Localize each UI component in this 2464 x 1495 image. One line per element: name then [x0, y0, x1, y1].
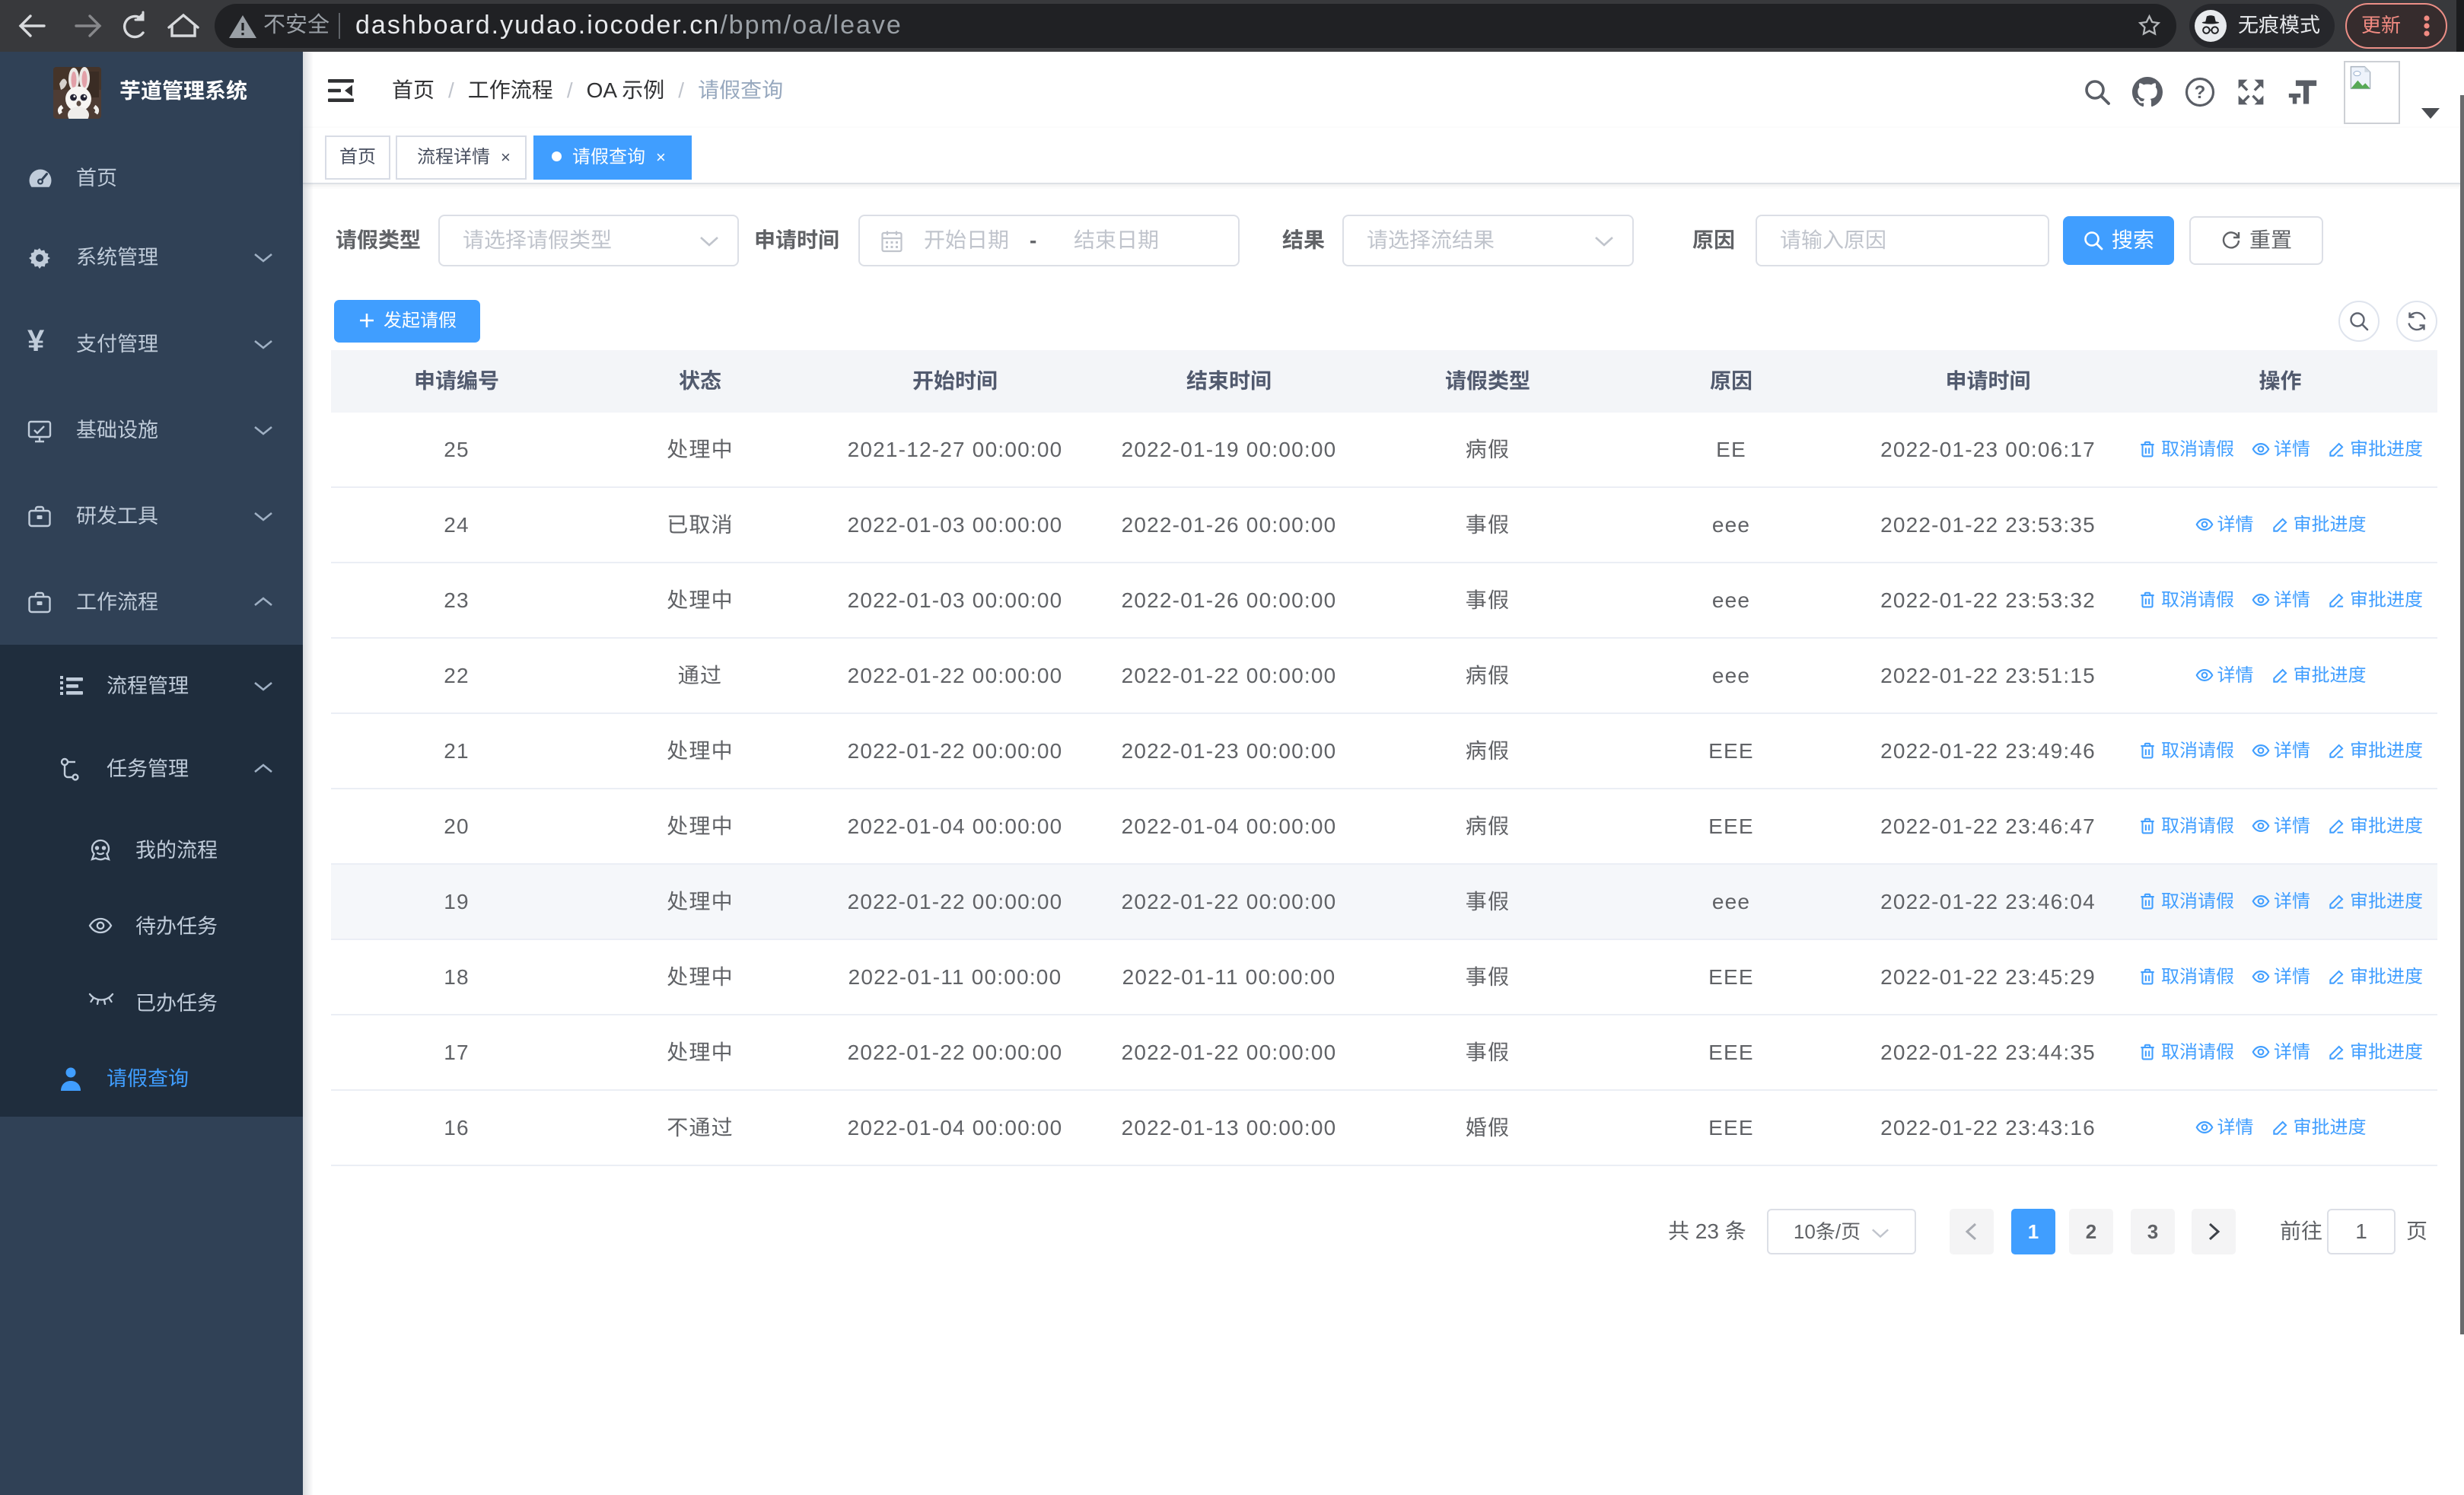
- svg-text:?: ?: [2195, 82, 2206, 103]
